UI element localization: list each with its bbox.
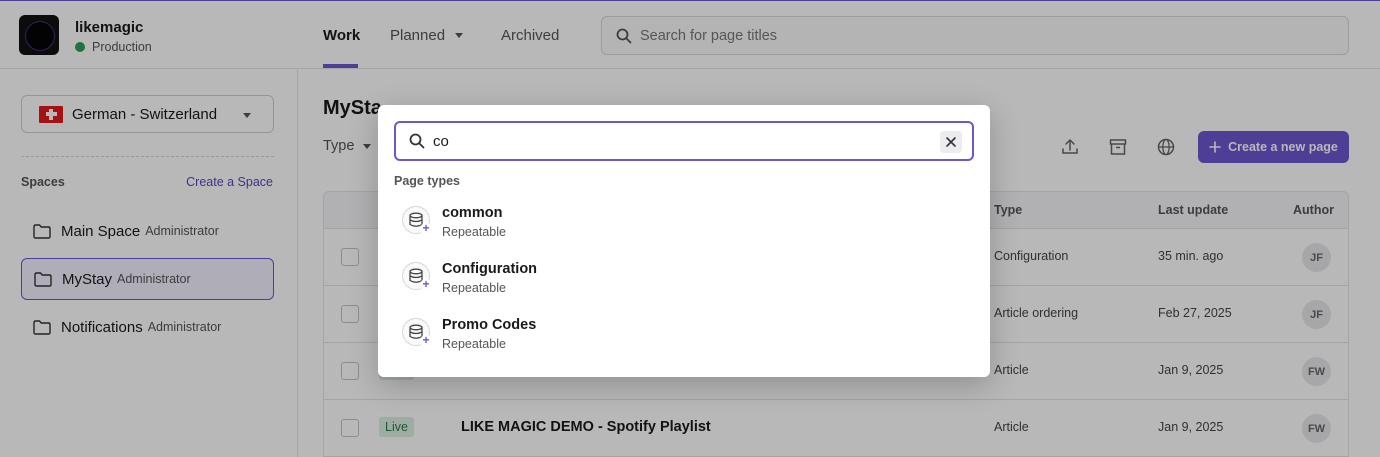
page-type-name: Promo Codes [442, 317, 537, 333]
page-type-picker-dialog: Page types + common Repeatable + Configu… [378, 105, 990, 377]
page-type-name: Configuration [442, 261, 538, 277]
page-type-kind: Repeatable [442, 337, 506, 351]
close-icon [946, 137, 956, 147]
clear-search-button[interactable] [940, 131, 962, 153]
search-icon [409, 133, 425, 149]
plus-icon: + [420, 278, 432, 291]
page-type-kind: Repeatable [442, 225, 506, 239]
page-types-heading: Page types [394, 174, 461, 188]
page-type-search-input[interactable] [433, 132, 913, 150]
page-type-option-promo-codes[interactable]: + Promo Codes Repeatable [394, 309, 974, 361]
plus-icon: + [420, 222, 432, 235]
page-type-option-configuration[interactable]: + Configuration Repeatable [394, 253, 974, 305]
page-type-kind: Repeatable [442, 281, 506, 295]
plus-icon: + [420, 334, 432, 347]
page-type-search-field[interactable] [394, 121, 974, 161]
page-type-name: common [442, 205, 503, 221]
page-type-option-common[interactable]: + common Repeatable [394, 197, 974, 249]
